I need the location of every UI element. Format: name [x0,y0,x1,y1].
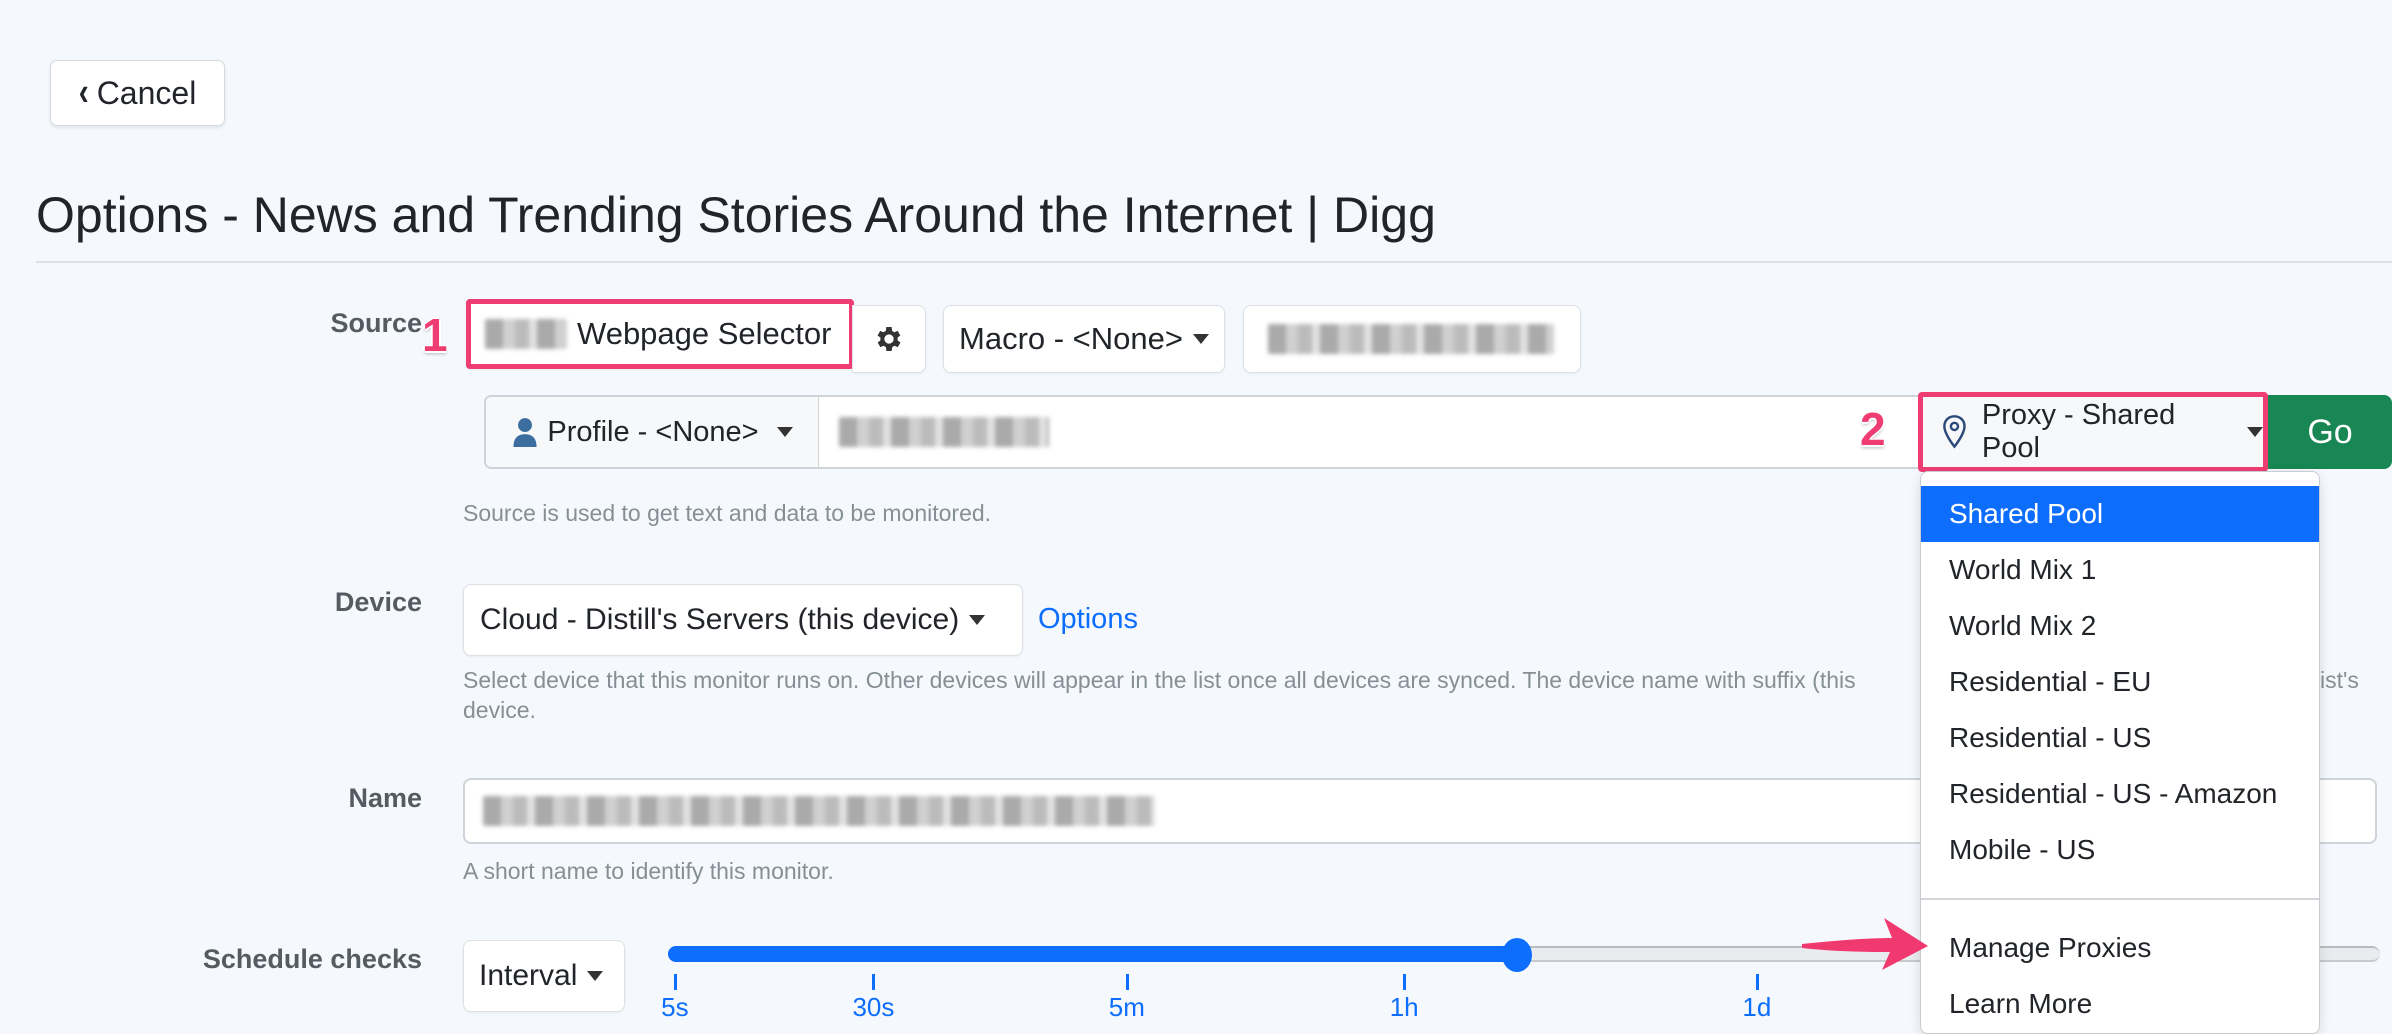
caret-down-icon [2247,427,2263,437]
slider-thumb[interactable] [1502,938,1533,972]
blurred-icon [485,319,567,349]
go-button[interactable]: Go [2268,395,2392,469]
proxy-menu: Shared Pool World Mix 1 World Mix 2 Residen… [1920,471,2320,1034]
name-label: Name [348,783,422,813]
profile-dropdown[interactable]: Profile - <None> [486,397,819,467]
profile-dropdown-label: Profile - <None> [547,415,759,448]
slider-tick [1755,974,1759,990]
slider-tick [872,974,876,990]
schedule-mode-dropdown[interactable]: Interval [463,940,625,1012]
annotation-arrow-icon [1802,918,1928,970]
device-help-text: Select device that this monitor runs on.… [463,667,1856,693]
slider-fill [668,946,1518,962]
schedule-mode-label: Interval [479,959,578,992]
blurred-name-text [483,796,1155,826]
slider-tick [673,974,677,990]
webpage-selector-button[interactable]: Webpage Selector [466,299,854,369]
name-help-text: A short name to identify this monitor. [463,858,834,884]
schedule-label: Schedule checks [202,944,422,974]
blurred-url-text [839,417,1049,447]
cancel-button[interactable]: ‹ Cancel [50,60,225,126]
slider-tick [1403,974,1407,990]
device-dropdown-label: Cloud - Distill's Servers (this device) [480,603,960,636]
caret-down-icon [969,615,986,625]
annotation-1: 1 [422,309,448,361]
learn-more-item[interactable]: Learn More [1921,976,2319,1032]
slider-tick-label: 1d [1742,992,1772,1022]
title-divider [36,261,2392,263]
proxy-dropdown[interactable]: Proxy - Shared Pool [1918,392,2268,472]
device-help-text-line2: device. [463,697,536,723]
slider-tick-label: 30s [852,992,895,1022]
proxy-menu-item[interactable]: Mobile - US [1921,822,2319,878]
caret-down-icon [587,971,604,981]
menu-divider [1921,898,2319,900]
cancel-label: Cancel [96,74,197,111]
selector-value-field[interactable] [1243,305,1581,373]
manage-proxies-item[interactable]: Manage Proxies [1921,920,2319,976]
device-options-link[interactable]: Options [1038,603,1138,636]
device-dropdown[interactable]: Cloud - Distill's Servers (this device) [463,584,1023,656]
slider-tick [1125,974,1129,990]
caret-down-icon [776,427,793,437]
device-label: Device [334,587,422,617]
macro-dropdown[interactable]: Macro - <None> [943,305,1225,373]
proxy-menu-item[interactable]: Residential - US - Amazon [1921,766,2319,822]
user-icon [513,418,537,447]
proxy-menu-item[interactable]: Residential - US [1921,710,2319,766]
proxy-dropdown-label: Proxy - Shared Pool [1981,399,2176,464]
selector-settings-button[interactable] [852,305,926,373]
page-title: Options - News and Trending Stories Arou… [36,187,1436,243]
caret-down-icon [1193,334,1209,344]
proxy-menu-item[interactable]: World Mix 2 [1921,598,2319,654]
slider-tick-label: 1h [1389,992,1419,1022]
slider-tick-label: 5m [1108,992,1145,1022]
proxy-menu-item[interactable]: Shared Pool [1921,486,2319,542]
source-label: Source [330,308,422,338]
device-help-text-tail: ist's [2320,667,2359,693]
gear-icon [877,327,901,351]
blurred-selector-text [1268,324,1554,354]
webpage-selector-label: Webpage Selector [577,316,832,351]
slider-tick-label: 5s [661,992,689,1022]
proxy-menu-item[interactable]: Residential - EU [1921,654,2319,710]
map-pin-icon [1943,415,1966,449]
chevron-left-icon: ‹ [78,70,89,114]
annotation-2: 2 [1860,403,1886,455]
proxy-menu-item[interactable]: World Mix 1 [1921,542,2319,598]
macro-dropdown-label: Macro - <None> [959,321,1183,356]
source-help-text: Source is used to get text and data to b… [463,500,992,526]
